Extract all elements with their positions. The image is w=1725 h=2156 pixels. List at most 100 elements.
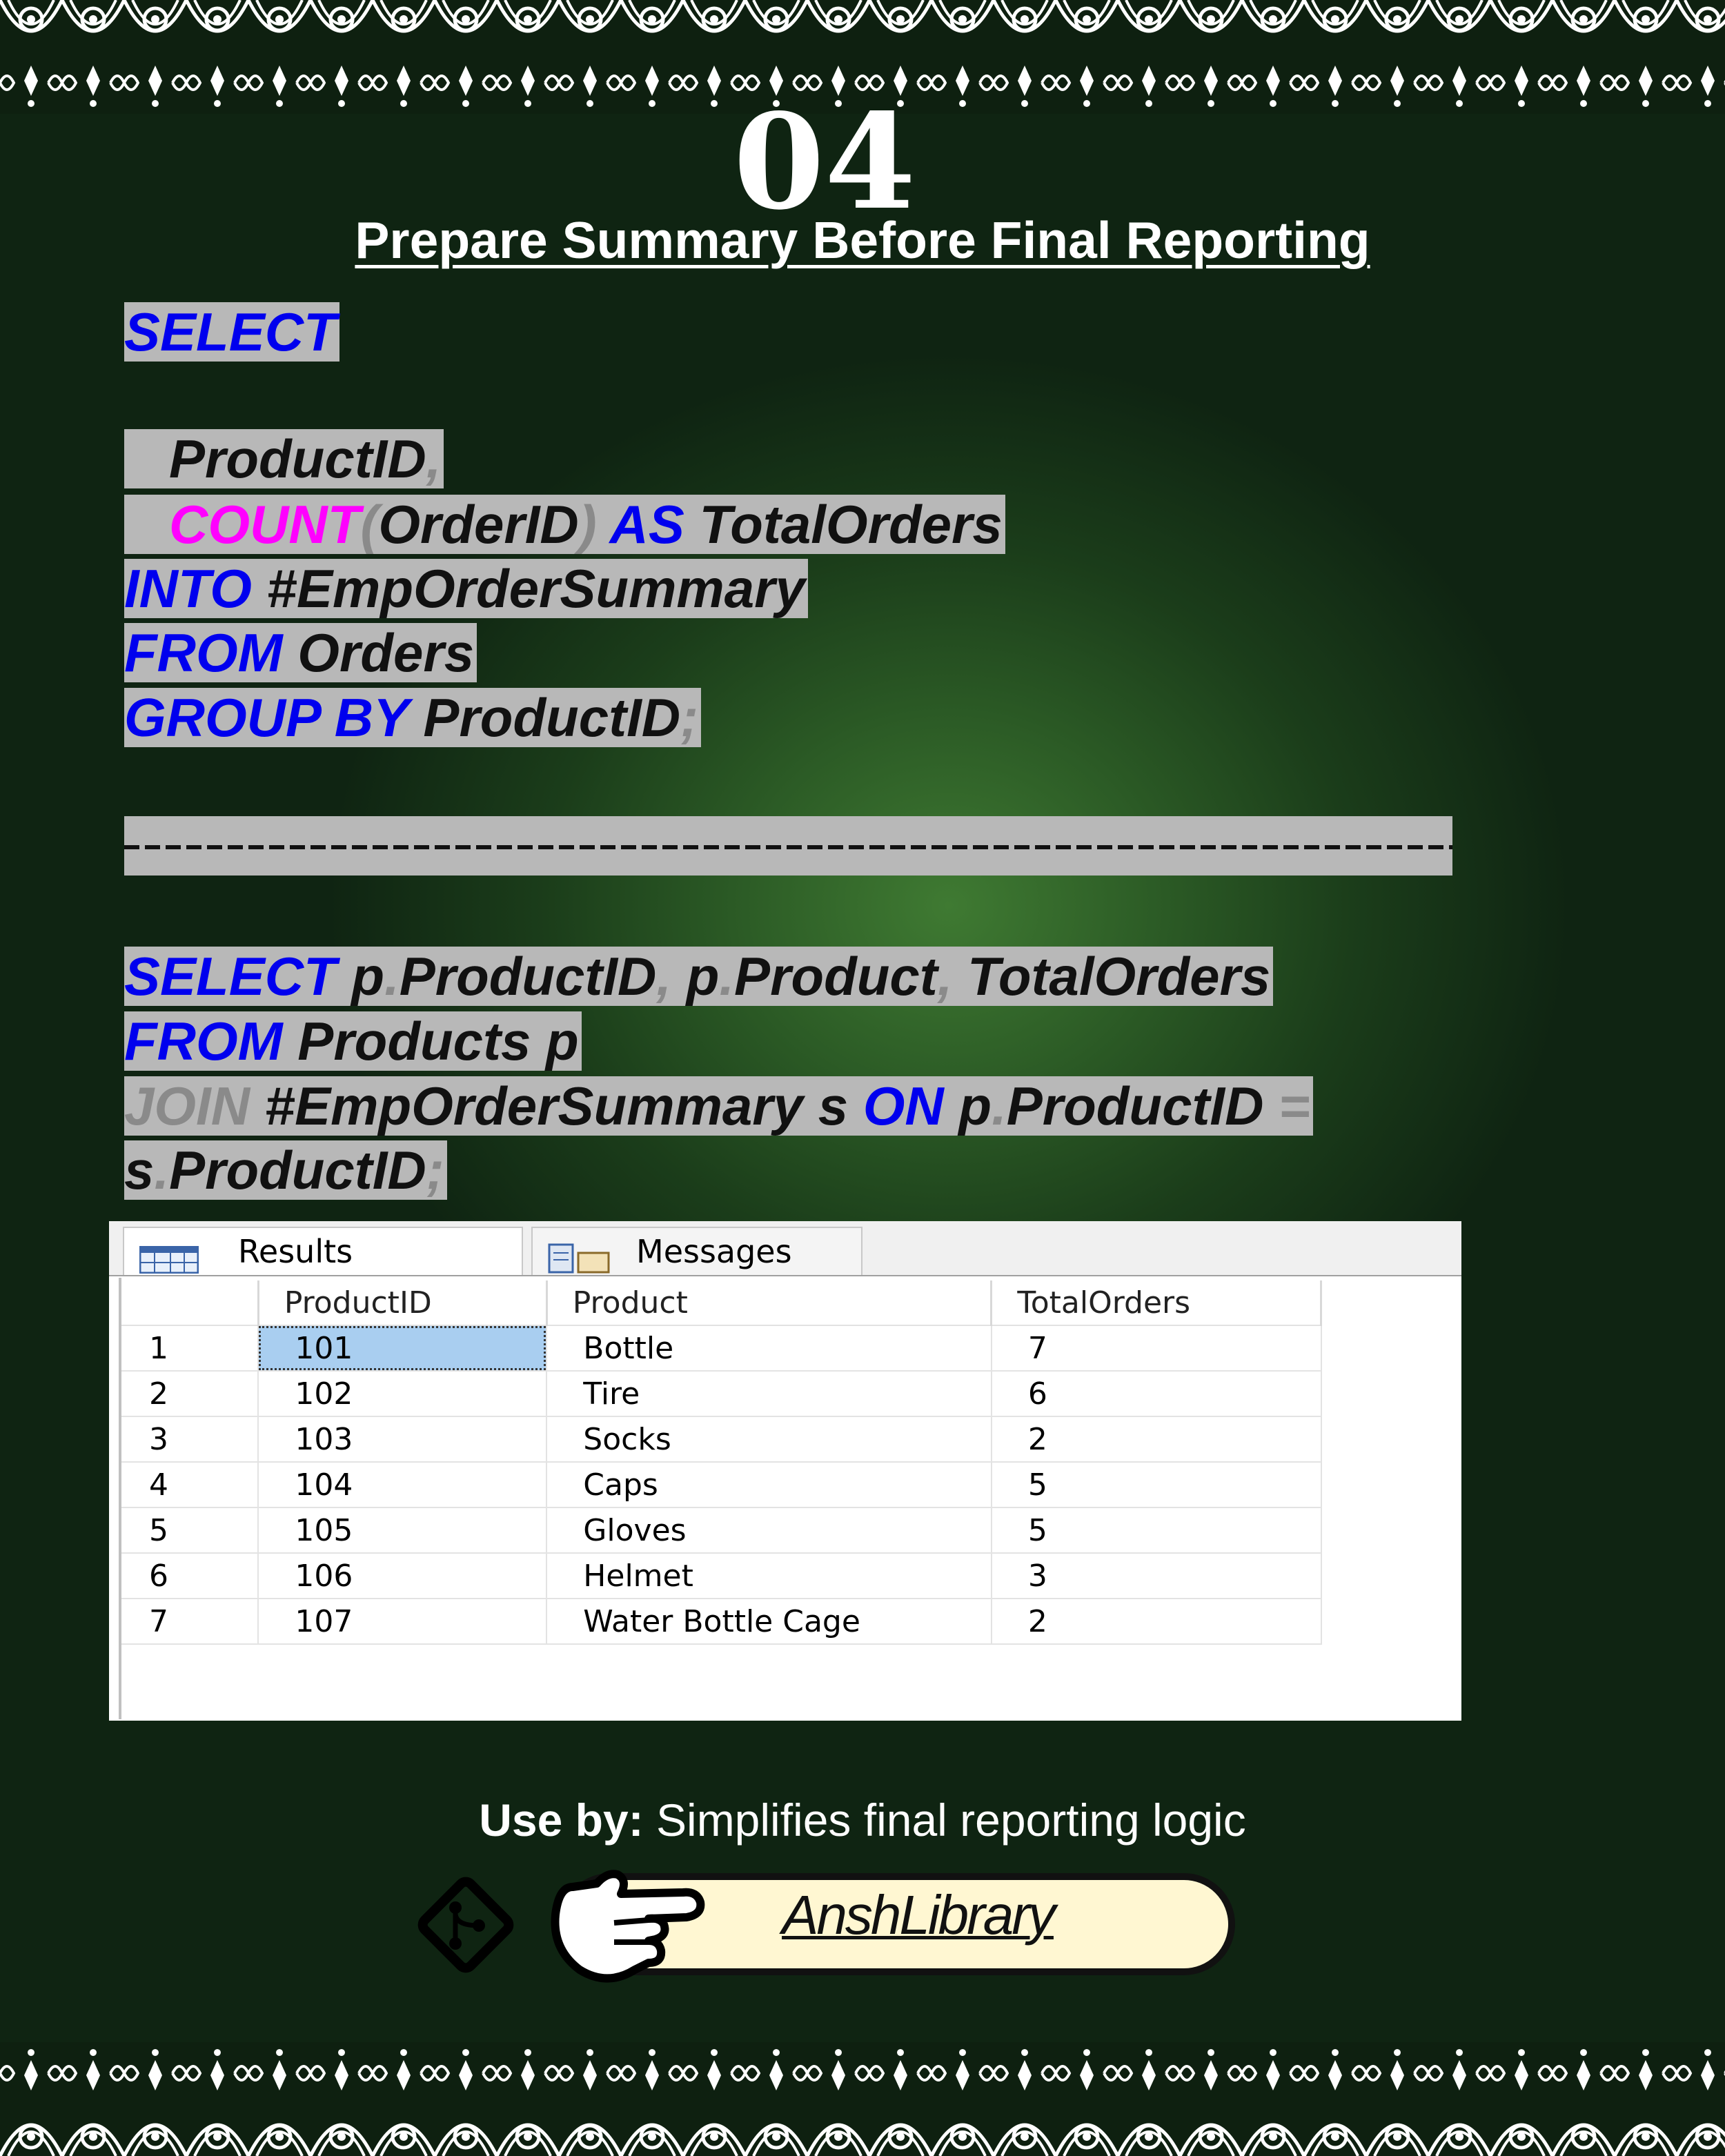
code-highlight: JOIN #EmpOrderSummary s ON p.ProductID = bbox=[124, 1076, 1313, 1136]
cell-product[interactable]: Bottle bbox=[546, 1325, 992, 1372]
cell-totalorders[interactable]: 7 bbox=[991, 1325, 1322, 1372]
cell-product[interactable]: Socks bbox=[546, 1416, 992, 1463]
cell-productid[interactable]: 102 bbox=[258, 1371, 548, 1417]
cell-product[interactable]: Water Bottle Cage bbox=[546, 1599, 992, 1645]
step-number: 04 bbox=[733, 85, 916, 239]
code-token: = bbox=[1279, 1076, 1310, 1136]
cell-product[interactable]: Gloves bbox=[546, 1507, 992, 1554]
row-number[interactable]: 5 bbox=[121, 1507, 259, 1554]
code-token: s bbox=[124, 1140, 155, 1200]
table-row[interactable]: 6 106 Helmet 3 bbox=[121, 1553, 1322, 1599]
code-line: ProductID, bbox=[124, 429, 444, 488]
cell-productid[interactable]: 103 bbox=[258, 1416, 548, 1463]
code-token: Products p bbox=[282, 1011, 579, 1071]
row-number[interactable]: 1 bbox=[121, 1325, 259, 1372]
header-product[interactable]: Product bbox=[546, 1280, 993, 1326]
brand-name[interactable]: AnshLibrary bbox=[724, 1883, 1111, 1947]
code-token: ProductID bbox=[399, 946, 657, 1007]
pointing-hand-icon bbox=[545, 1859, 711, 1994]
bottom-ornament-border bbox=[0, 2042, 1725, 2156]
cell-productid[interactable]: 105 bbox=[258, 1507, 548, 1554]
table-row[interactable]: 7 107 Water Bottle Cage 2 bbox=[121, 1599, 1322, 1645]
code-line: COUNT(OrderID) AS TotalOrders bbox=[124, 495, 1005, 554]
cell-product[interactable]: Helmet bbox=[546, 1553, 992, 1599]
header-productid[interactable]: ProductID bbox=[258, 1280, 548, 1326]
code-token: ) bbox=[578, 494, 597, 555]
table-row[interactable]: 3 103 Socks 2 bbox=[121, 1416, 1322, 1463]
git-icon[interactable] bbox=[407, 1866, 524, 1987]
use-by-note: Use by: Simplifies final reporting logic bbox=[0, 1794, 1725, 1846]
cell-productid[interactable]: 106 bbox=[258, 1553, 548, 1599]
code-token: #EmpOrderSummary s bbox=[250, 1076, 863, 1136]
code-line: JOIN #EmpOrderSummary s ON p.ProductID = bbox=[124, 1076, 1313, 1136]
table-row[interactable]: 2 102 Tire 6 bbox=[121, 1371, 1322, 1417]
use-by-label: Use by: bbox=[479, 1794, 644, 1846]
results-panel: Results Messages ProductID Product Total… bbox=[109, 1221, 1461, 1721]
code-token: OrderID bbox=[378, 494, 579, 555]
cell-productid[interactable]: 104 bbox=[258, 1462, 548, 1508]
results-grid[interactable]: ProductID Product TotalOrders 1 101 Bottle… bbox=[121, 1280, 1322, 1645]
code-token: ; bbox=[426, 1140, 444, 1200]
code-token: . bbox=[992, 1076, 1007, 1136]
row-number[interactable]: 2 bbox=[121, 1371, 259, 1417]
code-highlight: COUNT(OrderID) AS TotalOrders bbox=[124, 495, 1005, 554]
code-highlight: SELECT bbox=[124, 302, 339, 362]
tab-results[interactable]: Results bbox=[123, 1227, 523, 1275]
code-token: ProductID bbox=[169, 428, 426, 489]
code-token: ; bbox=[680, 687, 699, 748]
code-token: GROUP BY bbox=[124, 687, 408, 748]
code-line: FROM Orders bbox=[124, 623, 477, 682]
code-highlight: FROM Products p bbox=[124, 1011, 582, 1071]
code-token: , bbox=[426, 428, 442, 489]
table-row[interactable]: 1 101 Bottle 7 bbox=[121, 1325, 1322, 1372]
row-number[interactable]: 4 bbox=[121, 1462, 259, 1508]
code-token: SELECT bbox=[124, 301, 337, 362]
row-number[interactable]: 6 bbox=[121, 1553, 259, 1599]
code-token: INTO bbox=[124, 558, 252, 619]
cell-totalorders[interactable]: 2 bbox=[991, 1599, 1322, 1645]
code-highlight: s.ProductID; bbox=[124, 1140, 447, 1200]
row-number[interactable]: 3 bbox=[121, 1416, 259, 1463]
tab-results-label: Results bbox=[238, 1233, 353, 1270]
code-highlight: INTO #EmpOrderSummary bbox=[124, 559, 808, 618]
use-by-text: Simplifies final reporting logic bbox=[643, 1794, 1246, 1846]
cell-totalorders[interactable]: 5 bbox=[991, 1507, 1322, 1554]
code-token: FROM bbox=[124, 622, 283, 683]
code-line: s.ProductID; bbox=[124, 1140, 447, 1200]
code-line: GROUP BY ProductID; bbox=[124, 687, 702, 748]
code-token: #EmpOrderSummary bbox=[251, 558, 805, 619]
tab-messages[interactable]: Messages bbox=[531, 1227, 862, 1275]
cell-totalorders[interactable]: 6 bbox=[991, 1371, 1322, 1417]
cell-product[interactable]: Tire bbox=[546, 1371, 992, 1417]
code-line: SELECT bbox=[124, 302, 339, 362]
code-token: Orders bbox=[282, 622, 475, 683]
divider-line: ----------------------------------------… bbox=[124, 816, 1452, 876]
code-token: TotalOrders bbox=[952, 946, 1271, 1007]
cell-totalorders[interactable]: 5 bbox=[991, 1462, 1322, 1508]
header-rownum[interactable] bbox=[121, 1280, 259, 1326]
code-token: . bbox=[154, 1140, 170, 1200]
tab-messages-label: Messages bbox=[636, 1233, 792, 1270]
result-tab-strip: Results Messages bbox=[109, 1221, 1461, 1276]
cell-productid[interactable]: 107 bbox=[258, 1599, 548, 1645]
table-row[interactable]: 4 104 Caps 5 bbox=[121, 1462, 1322, 1508]
code-token: . bbox=[719, 946, 735, 1007]
code-token: . bbox=[384, 946, 400, 1007]
header-totalorders[interactable]: TotalOrders bbox=[991, 1280, 1322, 1326]
cell-totalorders[interactable]: 2 bbox=[991, 1416, 1322, 1463]
code-token: p bbox=[943, 1076, 992, 1136]
cell-product[interactable]: Caps bbox=[546, 1462, 992, 1508]
table-row[interactable]: 5 105 Gloves 5 bbox=[121, 1507, 1322, 1554]
code-token: ProductID bbox=[169, 1140, 426, 1200]
code-token: ( bbox=[360, 494, 379, 555]
cell-totalorders[interactable]: 3 bbox=[991, 1553, 1322, 1599]
code-line: SELECT p.ProductID, p.Product, TotalOrde… bbox=[124, 946, 1274, 1007]
code-token: ProductID bbox=[1006, 1076, 1279, 1136]
code-token: , bbox=[656, 946, 672, 1007]
code-token: JOIN bbox=[124, 1076, 250, 1136]
code-token: COUNT bbox=[169, 494, 361, 555]
row-number[interactable]: 7 bbox=[121, 1599, 259, 1645]
cell-productid[interactable]: 101 bbox=[258, 1325, 548, 1372]
